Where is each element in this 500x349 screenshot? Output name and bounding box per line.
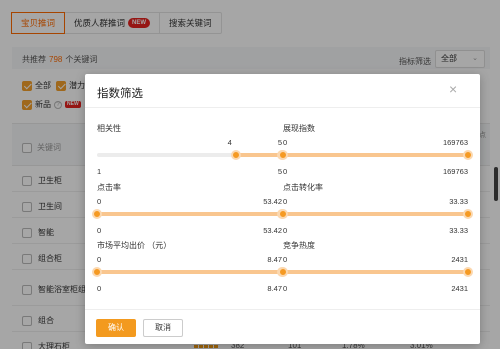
slider-low-handle[interactable] (92, 209, 102, 219)
slider-high-value: 2431 (451, 255, 468, 264)
dialog-title: 指数筛选 (97, 88, 143, 100)
slider-low-value: 0 (97, 255, 102, 264)
slider-selected-range (283, 153, 468, 157)
confirm-button[interactable]: 确认 (96, 319, 136, 337)
range-slider: 相关性 4 5 1 5 (97, 123, 287, 183)
slider-low-handle[interactable] (278, 209, 288, 219)
slider-high-handle[interactable] (463, 267, 473, 277)
footer-divider (85, 309, 480, 310)
range-slider: 竞争热度 0 2431 0 2431 (278, 240, 473, 300)
slider-high-handle[interactable] (463, 209, 473, 219)
slider-low-handle[interactable] (278, 267, 288, 277)
slider-low-value: 0 (283, 197, 288, 206)
slider-selected-range (235, 153, 282, 157)
slider-high-handle[interactable] (463, 150, 473, 160)
slider-max-label: 169763 (442, 167, 468, 176)
slider-low-handle[interactable] (92, 267, 102, 277)
slider-min-label: 0 (283, 284, 288, 293)
slider-selected-range (97, 270, 282, 274)
slider-low-value: 0 (283, 255, 288, 264)
slider-label: 点击率 (97, 183, 121, 192)
slider-label: 点击转化率 (283, 183, 323, 192)
slider-label: 市场平均出价 （元） (97, 241, 172, 250)
close-icon[interactable]: × (449, 82, 457, 96)
slider-max-label: 8.47 (267, 284, 282, 293)
slider-max-label: 33.33 (449, 226, 468, 235)
slider-max-label: 2431 (451, 284, 468, 293)
slider-low-value: 0 (283, 138, 288, 147)
slider-selected-range (97, 212, 282, 216)
slider-min-label: 0 (283, 167, 288, 176)
slider-label: 竞争热度 (283, 241, 315, 250)
range-slider: 点击率 0 53.42 0 53.42 (92, 182, 287, 242)
range-slider: 市场平均出价 （元） 0 8.47 0 8.47 (92, 240, 287, 300)
range-slider: 展现指数 0 169763 0 169763 (278, 123, 473, 183)
slider-max-label: 53.42 (263, 226, 282, 235)
cancel-button[interactable]: 取消 (143, 319, 183, 337)
slider-min-label: 0 (97, 226, 102, 235)
slider-high-value: 169763 (442, 138, 468, 147)
index-filter-dialog: 指数筛选 × 相关性 4 5 1 5 展现指数 0 169763 0 169763 点击率 0 53.4… (85, 74, 480, 344)
slider-selected-range (283, 212, 468, 216)
slider-label: 相关性 (97, 124, 121, 133)
dialog-divider (85, 107, 480, 108)
range-slider: 点击转化率 0 33.33 0 33.33 (278, 182, 473, 242)
slider-low-value: 0 (97, 197, 102, 206)
slider-high-value: 8.47 (267, 255, 282, 264)
slider-min-label: 0 (283, 226, 288, 235)
slider-min-label: 1 (97, 167, 102, 176)
slider-low-handle[interactable] (278, 150, 288, 160)
slider-label: 展现指数 (283, 124, 315, 133)
slider-high-value: 33.33 (449, 197, 468, 206)
slider-max-label: 5 (277, 167, 282, 176)
slider-high-value: 5 (277, 138, 282, 147)
slider-high-value: 53.42 (263, 197, 282, 206)
slider-selected-range (283, 270, 468, 274)
slider-low-value: 4 (227, 138, 232, 147)
slider-low-handle[interactable] (230, 150, 241, 160)
slider-min-label: 0 (97, 284, 102, 293)
